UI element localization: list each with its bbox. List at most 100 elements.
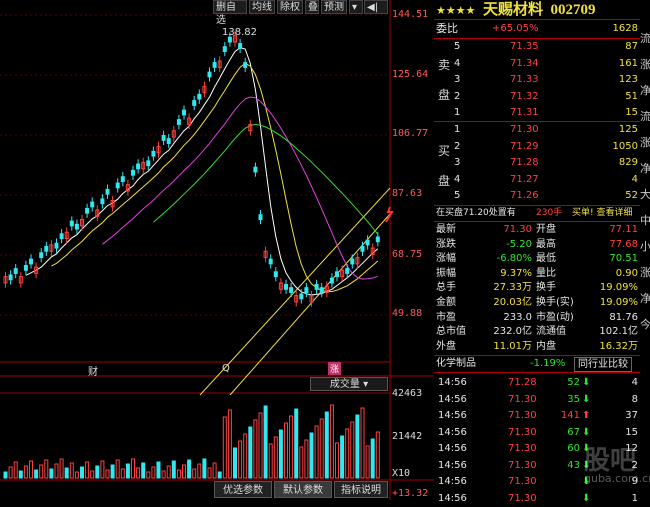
industry-compare-button[interactable]: 同行业比较: [574, 357, 632, 372]
price-axis-label: 144.51: [392, 9, 429, 20]
buy-order-row[interactable]: 5 71.26 52: [434, 188, 640, 204]
stat-value: 102.1亿: [599, 326, 638, 338]
candle-body: [243, 62, 248, 68]
buy-order-row[interactable]: 4 71.27 4: [434, 172, 640, 188]
industry-row: 化学制品 -1.19% 同行业比较: [434, 356, 640, 372]
stat-label: 最低: [536, 253, 556, 265]
buy-order-row[interactable]: 3 71.28 829: [434, 155, 640, 171]
stat-value: 20.03亿: [493, 297, 532, 308]
stat-value: 77.11: [609, 224, 638, 235]
stock-name: 天赐材料: [482, 0, 543, 18]
sell-order-row[interactable]: 3 71.33 123: [434, 72, 640, 88]
marker-finance[interactable]: 财: [88, 363, 98, 378]
toolbar-collapse-icon[interactable]: ◀|: [364, 0, 388, 14]
quote-stat-row: 总手 27.33万 换手 19.09%: [434, 280, 640, 295]
tab-preferred-params[interactable]: 优选参数: [214, 481, 272, 498]
candle-body: [197, 93, 202, 100]
candle-body: [39, 252, 44, 259]
toolbar-more-icon[interactable]: ▾: [349, 0, 363, 14]
sell-order-price: 71.33: [510, 74, 539, 86]
toolbar-forecast[interactable]: 预测: [321, 0, 347, 14]
candle-body: [74, 223, 79, 230]
stat-value: 70.51: [609, 253, 638, 265]
stat-label: 涨跌: [436, 238, 456, 250]
toolbar-overlay[interactable]: 叠: [305, 0, 319, 14]
candle-body: [273, 271, 278, 278]
candle-body: [161, 135, 166, 141]
tick-time: 14:56: [438, 443, 467, 454]
buy-order-volume: 1050: [612, 140, 638, 152]
volume-bar: [161, 470, 166, 479]
industry-name: 化学制品: [436, 358, 476, 369]
sell-order-level: 1: [454, 107, 461, 119]
buy-order-level: 4: [454, 173, 461, 185]
sell-order-row[interactable]: 2 71.32 51: [434, 89, 640, 105]
tick-time: 14:56: [438, 476, 467, 487]
tab-default-params[interactable]: 默认参数: [274, 481, 332, 498]
kline-chart-area[interactable]: 删自选 均线 除权 叠 预测 ▾ ◀| 138.82 财 Q 涨 成交量 ▾ 优…: [0, 0, 434, 500]
edge-label: 今: [640, 318, 650, 331]
stat-value: 9.37%: [500, 267, 532, 279]
volume-bar: [54, 463, 59, 479]
volume-bar: [136, 467, 141, 479]
volume-bar: [39, 464, 44, 479]
candle-body: [146, 160, 151, 167]
tick-volume: 43: [567, 459, 580, 471]
candle-body: [289, 287, 294, 293]
toolbar-remove-watchlist[interactable]: 删自选: [213, 0, 247, 26]
moving-average-line: [51, 62, 379, 292]
candle-body: [115, 182, 120, 189]
notice-amount: 230手: [536, 208, 563, 218]
edge-label: 流: [640, 110, 650, 123]
volume-bar: [176, 469, 181, 479]
candle-body: [314, 284, 319, 290]
edge-label: 中: [640, 214, 650, 227]
stock-header: ★★★★ 天赐材料 002709: [436, 0, 595, 18]
edge-label: 净: [640, 84, 650, 97]
buy-order-price: 71.30: [510, 124, 539, 135]
candle-body: [350, 258, 355, 265]
toolbar-ma[interactable]: 均线: [249, 0, 275, 14]
volume-bar: [365, 445, 370, 479]
buy-order-row[interactable]: 2 71.29 1050: [434, 139, 640, 155]
candle-body: [90, 201, 95, 208]
volume-bar: [44, 459, 49, 479]
edge-label: 流: [640, 32, 650, 45]
price-axis-label: 87.63: [392, 188, 423, 199]
candle-body: [69, 220, 74, 227]
volume-bar: [171, 460, 176, 479]
tick-volume: 52: [567, 377, 580, 388]
tick-count: 37: [625, 410, 638, 421]
rating-stars-icon: ★★★★: [436, 4, 476, 17]
stat-value: 232.0亿: [493, 326, 532, 338]
notice-detail-link[interactable]: 买单! 查看详细: [572, 206, 632, 220]
volume-bar: [238, 440, 243, 479]
sell-order-row[interactable]: 1 71.31 15: [434, 105, 640, 121]
sell-order-volume: 123: [618, 74, 638, 86]
marker-q[interactable]: Q: [222, 363, 230, 374]
volume-bar: [8, 466, 13, 479]
volume-bar: [187, 459, 192, 479]
sell-order-price: 71.31: [510, 107, 539, 119]
sell-order-row[interactable]: 5 71.35 87: [434, 39, 640, 55]
quote-stat-row: 振幅 9.37% 量比 0.90: [434, 266, 640, 281]
quote-panel: ★★★★ 天赐材料 002709 委比 +65.05% 1628 卖 盘 5 71…: [434, 0, 650, 504]
volume-indicator-dropdown[interactable]: 成交量 ▾: [310, 377, 388, 391]
tick-count: 15: [625, 426, 638, 438]
buy-order-row[interactable]: 1 71.30 125: [434, 122, 640, 138]
stat-label: 流通值: [536, 326, 566, 338]
edge-label: 涨: [640, 58, 650, 71]
big-order-notice[interactable]: 在买盘71.20处置有 230手 买单! 查看详细: [434, 206, 640, 220]
candle-body: [105, 188, 110, 195]
tick-price: 71.30: [508, 492, 537, 504]
sell-order-volume: 161: [618, 57, 638, 69]
sell-order-row[interactable]: 4 71.34 161: [434, 56, 640, 72]
toolbar-ex-rights[interactable]: 除权: [277, 0, 303, 14]
stat-value: 27.33万: [493, 282, 532, 294]
stat-value: 77.68: [609, 238, 638, 250]
tab-indicator-help[interactable]: 指标说明: [334, 481, 388, 498]
kline-chart-svg[interactable]: [0, 0, 434, 500]
tick-count: 8: [631, 393, 638, 405]
marker-limit-up[interactable]: 涨: [328, 362, 342, 375]
volume-bar: [278, 429, 283, 479]
